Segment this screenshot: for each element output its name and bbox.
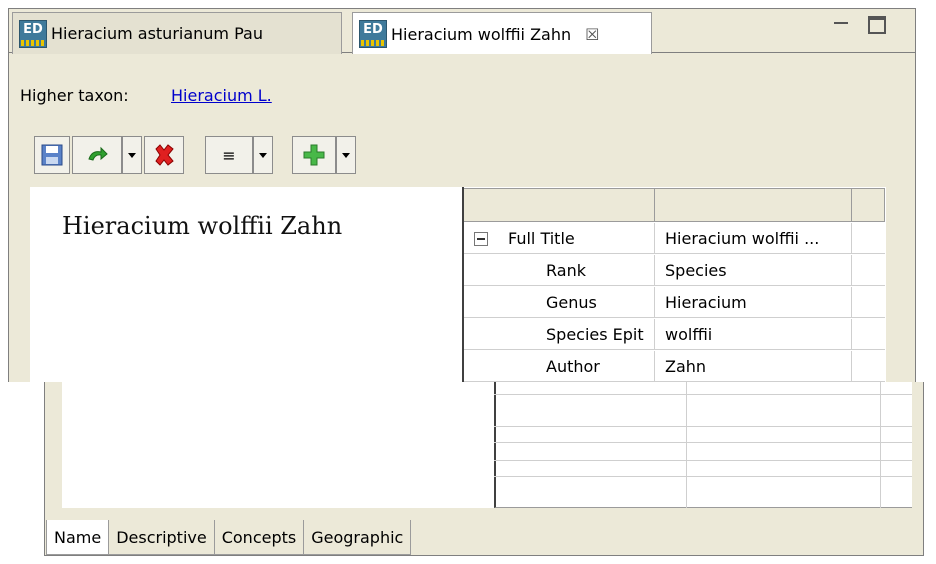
- chevron-down-icon: [128, 152, 136, 158]
- grid-extra-cell: [852, 287, 885, 318]
- grid-value: Hieracium: [665, 292, 747, 312]
- grid-value: Zahn: [665, 356, 707, 376]
- chevron-down-icon: [342, 152, 350, 158]
- add-dropdown-button[interactable]: [336, 136, 356, 174]
- close-icon[interactable]: ☒: [585, 25, 599, 44]
- grid-key: Author: [546, 356, 600, 376]
- tab-hieracium-wolffii[interactable]: ED Hieracium wolffii Zahn ☒: [352, 12, 652, 55]
- tab-label: Geographic: [311, 527, 404, 547]
- grid-value-cell[interactable]: wolffii: [655, 319, 852, 350]
- tab-hieracium-asturianum[interactable]: ED Hieracium asturianum Pau: [12, 12, 342, 54]
- grid-header-cell: [852, 188, 885, 222]
- ed-icon: ED: [19, 19, 47, 48]
- save-icon: [41, 144, 63, 166]
- grid-column-divider: [686, 382, 687, 508]
- save-button[interactable]: [34, 136, 70, 174]
- grid-extra-cell: [852, 223, 885, 254]
- grid-key-cell[interactable]: Rank: [464, 255, 655, 286]
- grid-value: wolffii: [665, 324, 713, 344]
- list-icon: ≡: [222, 145, 236, 165]
- delete-button[interactable]: [144, 136, 184, 174]
- grid-value-cell[interactable]: Hieracium: [655, 287, 852, 318]
- ed-icon: ED: [359, 20, 387, 48]
- list-button[interactable]: ≡: [205, 136, 253, 174]
- redo-dropdown-button[interactable]: [122, 136, 142, 174]
- grid-header-cell: [464, 188, 655, 222]
- grid-value-cell[interactable]: Species: [655, 255, 852, 286]
- grid-row-divider: [494, 426, 912, 427]
- tab-label: Descriptive: [116, 527, 207, 547]
- grid-extra-cell: [852, 351, 885, 382]
- add-button[interactable]: [292, 136, 336, 174]
- grid-key-cell[interactable]: Genus: [464, 287, 655, 318]
- grid-key-cell[interactable]: Author: [464, 351, 655, 382]
- tab-descriptive[interactable]: Descriptive: [108, 520, 215, 555]
- grid-value-cell[interactable]: Hieracium wolffii ...: [655, 223, 852, 254]
- grid-extra-cell: [852, 255, 885, 286]
- grid-key-cell[interactable]: Full Title: [464, 223, 655, 254]
- list-dropdown-button[interactable]: [253, 136, 273, 174]
- tab-label: Concepts: [221, 527, 297, 547]
- delete-icon: [155, 144, 174, 166]
- tab-name[interactable]: Name: [46, 520, 110, 555]
- bottom-tab-bar: Name Descriptive Concepts Geographic: [46, 520, 412, 555]
- editor-upper: ED Hieracium asturianum Pau ED Hieracium…: [0, 0, 936, 382]
- grid-key: Species Epit: [546, 324, 644, 344]
- grid-value-cell[interactable]: Zahn: [655, 351, 852, 382]
- editor-lower: Name Descriptive Concepts Geographic: [0, 382, 936, 564]
- tab-geographic[interactable]: Geographic: [303, 520, 412, 555]
- tab-label: Hieracium wolffii Zahn: [391, 24, 572, 44]
- grid-header-cell: [655, 188, 852, 222]
- tab-label: Hieracium asturianum Pau: [51, 24, 263, 43]
- grid-extra-cell: [852, 319, 885, 350]
- tab-concepts[interactable]: Concepts: [213, 520, 305, 555]
- chevron-down-icon: [259, 152, 267, 158]
- redo-button[interactable]: [72, 136, 122, 174]
- grid-value: Hieracium wolffii ...: [665, 228, 820, 248]
- higher-taxon-link[interactable]: Hieracium L.: [171, 86, 272, 105]
- grid-row-divider: [494, 476, 912, 477]
- property-grid-lower: [494, 382, 912, 508]
- grid-column-divider: [880, 382, 881, 508]
- grid-key-cell[interactable]: Species Epit: [464, 319, 655, 350]
- taxon-name-display: Hieracium wolffii Zahn: [62, 212, 343, 240]
- grid-row-divider: [494, 460, 912, 461]
- grid-key: Genus: [546, 292, 597, 312]
- name-pane-lower: [62, 382, 494, 508]
- refresh-icon: [88, 146, 108, 161]
- grid-value: Species: [665, 260, 727, 280]
- maximize-icon[interactable]: [868, 16, 886, 34]
- tab-label: Name: [54, 527, 102, 547]
- higher-taxon-label: Higher taxon:: [20, 86, 129, 105]
- grid-row-divider: [494, 394, 912, 395]
- plus-icon: [303, 144, 325, 166]
- grid-row-divider: [494, 442, 912, 443]
- minimize-icon[interactable]: [834, 22, 848, 26]
- collapse-icon[interactable]: [474, 232, 488, 246]
- grid-key: Full Title: [508, 228, 575, 248]
- grid-key: Rank: [546, 260, 586, 280]
